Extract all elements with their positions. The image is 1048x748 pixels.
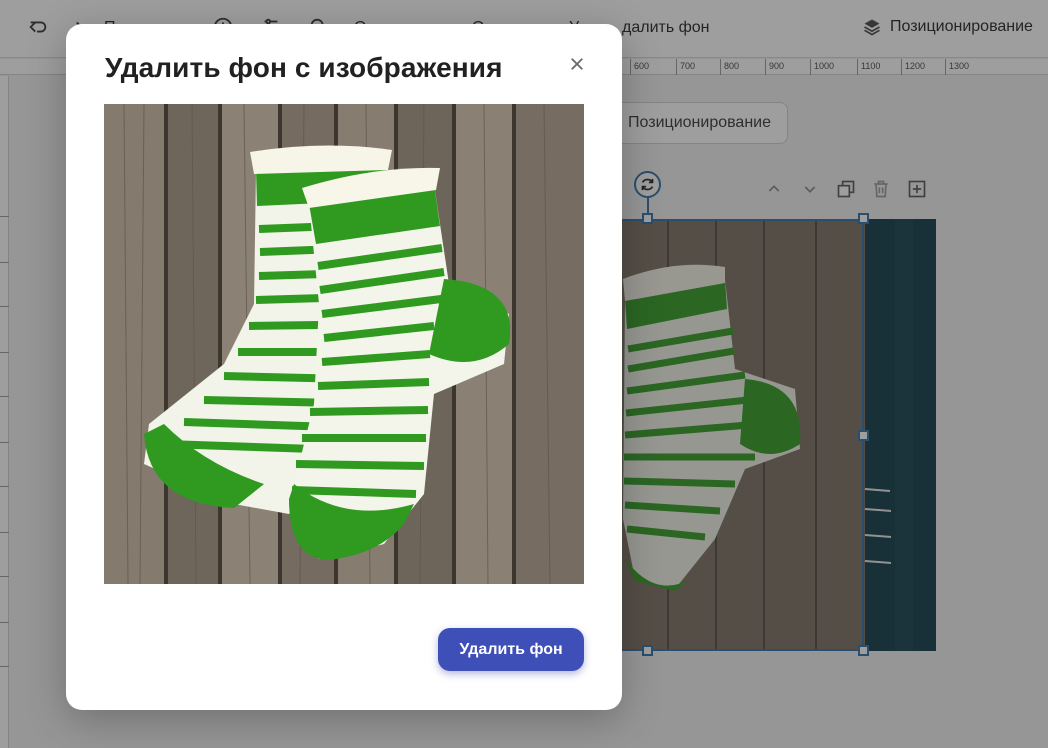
remove-background-dialog: Удалить фон с изображения Удалить фон: [66, 24, 622, 710]
remove-background-button[interactable]: Удалить фон: [438, 628, 584, 671]
image-preview: [104, 104, 584, 584]
dialog-title: Удалить фон с изображения: [105, 52, 503, 83]
close-icon[interactable]: [565, 52, 589, 76]
